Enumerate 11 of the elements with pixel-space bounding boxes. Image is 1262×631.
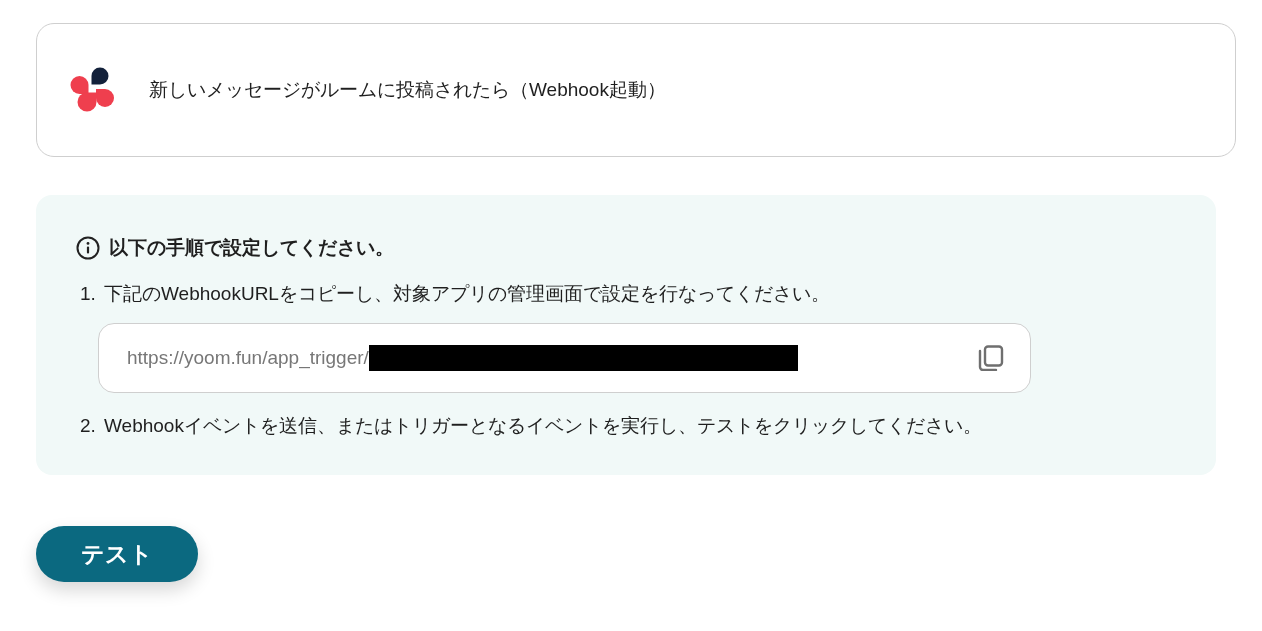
- url-text: https://yoom.fun/app_trigger/: [127, 347, 369, 369]
- step-number: 1.: [80, 283, 97, 305]
- step-text: 下記のWebhookURLをコピーし、対象アプリの管理画面で設定を行なってください。: [104, 282, 830, 306]
- copy-icon[interactable]: [978, 345, 1004, 371]
- step-number: 2.: [80, 415, 97, 437]
- info-icon: [76, 236, 100, 260]
- webhook-url-field[interactable]: https://yoom.fun/app_trigger/: [98, 323, 1031, 393]
- step-text: Webhookイベントを送信、またはトリガーとなるイベントを実行し、テストをクリックしてください。: [104, 414, 982, 438]
- test-button[interactable]: テスト: [36, 526, 198, 582]
- trigger-title: 新しいメッセージがルームに投稿されたら（Webhook起動）: [149, 78, 666, 102]
- instructions-heading: 以下の手順で設定してください。: [109, 236, 394, 260]
